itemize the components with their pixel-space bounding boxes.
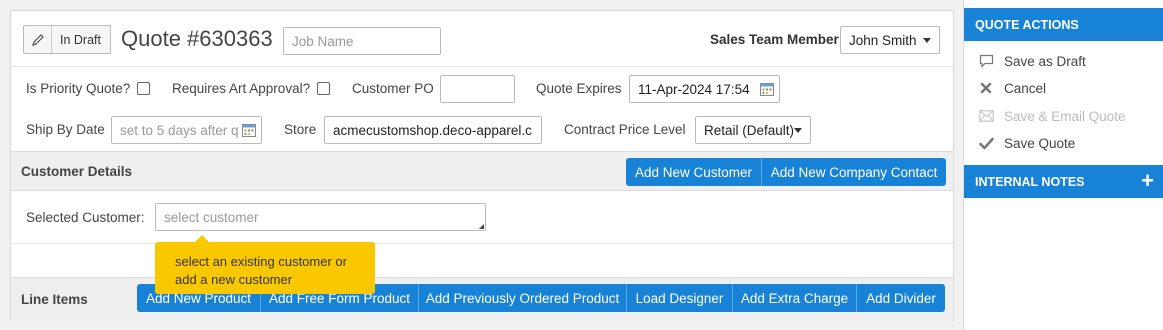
quote-expires-value: 11-Apr-2024 17:54	[638, 81, 750, 97]
ship-by-label: Ship By Date	[26, 122, 105, 137]
store-label: Store	[284, 122, 317, 137]
sales-team-value: John Smith	[849, 32, 917, 48]
art-approval-label: Requires Art Approval?	[172, 81, 311, 96]
add-new-customer-button[interactable]: Add New Customer	[626, 158, 762, 186]
quote-expires-label: Quote Expires	[536, 81, 622, 96]
sidebar: QUOTE ACTIONS Save as Draft Cancel Save …	[963, 0, 1163, 330]
checkmark-icon	[978, 135, 994, 151]
add-company-contact-button[interactable]: Add New Company Contact	[762, 158, 946, 186]
tooltip-arrow	[195, 235, 209, 242]
status-badge[interactable]: In Draft	[23, 25, 111, 54]
calendar-icon[interactable]	[760, 82, 774, 96]
ship-by-placeholder: set to 5 days after q	[120, 122, 239, 138]
calendar-icon[interactable]	[242, 123, 256, 137]
contract-price-label: Contract Price Level	[564, 122, 686, 137]
save-as-draft-label: Save as Draft	[1004, 53, 1086, 69]
internal-notes-title: INTERNAL NOTES	[975, 174, 1085, 189]
line-items-title: Line Items	[21, 292, 88, 307]
store-input[interactable]: acmecustomshop.deco-apparel.c	[324, 116, 542, 144]
job-name-input[interactable]	[283, 27, 441, 55]
cancel-label: Cancel	[1004, 80, 1047, 96]
selected-customer-label: Selected Customer:	[26, 210, 145, 225]
add-note-icon[interactable]: +	[1141, 170, 1154, 192]
save-quote-label: Save Quote	[1004, 135, 1076, 151]
add-extra-charge-button[interactable]: Add Extra Charge	[733, 284, 857, 312]
quote-form-panel: In Draft Quote #630363 Sales Team Member…	[10, 10, 954, 321]
customer-tooltip: select an existing customer or add a new…	[155, 235, 375, 294]
close-icon	[978, 80, 994, 96]
contract-price-select[interactable]: Retail (Default)	[695, 116, 811, 144]
quote-header: In Draft Quote #630363 Sales Team Member…	[23, 25, 943, 55]
page-title: Quote #630363	[121, 26, 273, 51]
save-email-quote-action[interactable]: Save & Email Quote	[978, 106, 1126, 126]
priority-label: Is Priority Quote?	[26, 81, 131, 96]
cancel-action[interactable]: Cancel	[978, 78, 1046, 98]
quote-actions-title: QUOTE ACTIONS	[975, 17, 1079, 32]
caret-down-icon	[794, 128, 802, 133]
pencil-icon	[24, 26, 52, 53]
contract-price-value: Retail (Default)	[704, 122, 795, 138]
save-quote-action[interactable]: Save Quote	[978, 133, 1075, 153]
status-badge-label: In Draft	[60, 32, 101, 47]
envelope-icon	[978, 108, 994, 124]
ship-by-input[interactable]: set to 5 days after q	[111, 116, 262, 144]
save-email-quote-label: Save & Email Quote	[1004, 108, 1126, 124]
customer-po-label: Customer PO	[352, 81, 434, 96]
sales-team-label: Sales Team Member	[710, 32, 839, 47]
save-as-draft-action[interactable]: Save as Draft	[978, 51, 1086, 71]
add-divider-button[interactable]: Add Divider	[857, 284, 945, 312]
priority-checkbox[interactable]	[137, 82, 150, 95]
customer-details-title: Customer Details	[21, 164, 133, 179]
internal-notes-header: INTERNAL NOTES +	[964, 165, 1163, 198]
tooltip-text: select an existing customer or add a new…	[175, 254, 347, 287]
customer-button-group: Add New Customer Add New Company Contact	[626, 158, 946, 186]
art-approval-checkbox[interactable]	[317, 82, 330, 95]
quote-expires-input[interactable]: 11-Apr-2024 17:54	[629, 75, 780, 103]
customer-select-placeholder: select customer	[164, 209, 259, 225]
speech-bubble-icon	[978, 53, 994, 69]
customer-details-header: Customer Details Add New Customer Add Ne…	[11, 151, 953, 191]
divider	[11, 66, 953, 67]
divider	[11, 243, 953, 244]
resize-handle-icon[interactable]	[479, 224, 484, 229]
caret-down-icon	[923, 38, 931, 43]
customer-select-input[interactable]: select customer	[155, 203, 486, 231]
quote-actions-header: QUOTE ACTIONS	[964, 8, 1163, 41]
line-items-header: Line Items Add New Product Add Free Form…	[11, 277, 953, 321]
add-previously-ordered-product-button[interactable]: Add Previously Ordered Product	[419, 284, 627, 312]
customer-po-input[interactable]	[440, 75, 515, 103]
sales-team-select[interactable]: John Smith	[840, 26, 940, 54]
load-designer-button[interactable]: Load Designer	[627, 284, 733, 312]
